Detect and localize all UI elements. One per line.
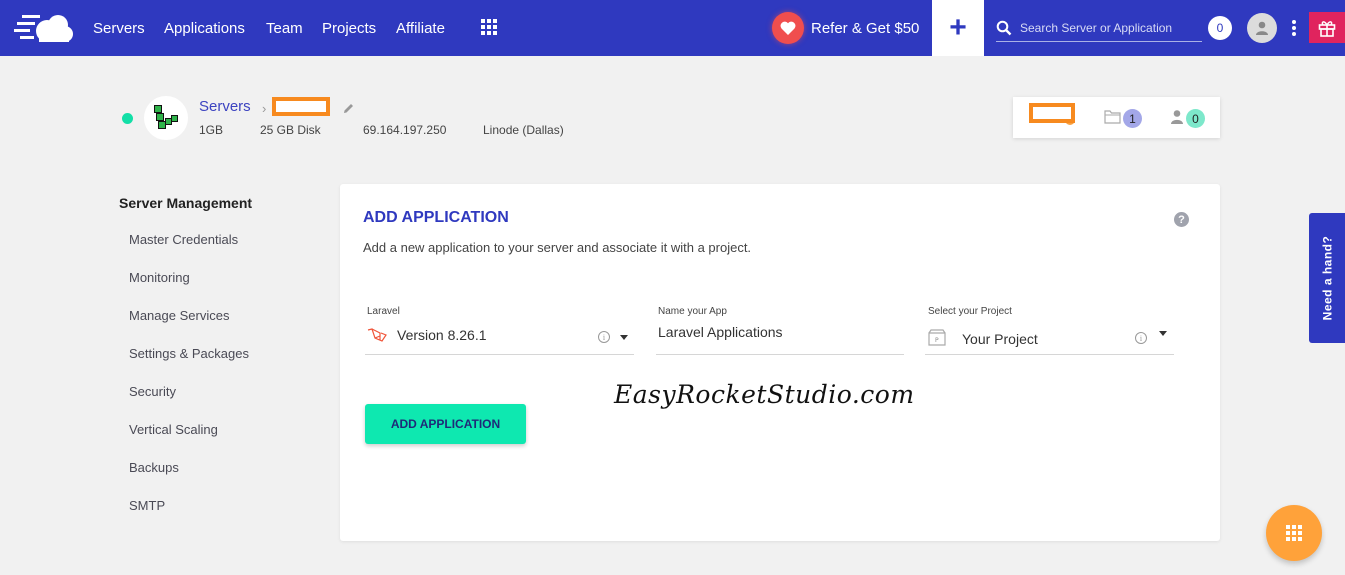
application-info-icon[interactable]: i bbox=[598, 331, 610, 343]
app-name-field: Name your App bbox=[656, 306, 904, 355]
sidebar-item-vertical-scaling[interactable]: Vertical Scaling bbox=[129, 422, 218, 437]
sidebar-item-smtp[interactable]: SMTP bbox=[129, 498, 165, 513]
sidebar-item-manage-services[interactable]: Manage Services bbox=[129, 308, 229, 323]
nav-affiliate[interactable]: Affiliate bbox=[396, 20, 445, 37]
breadcrumb-servers[interactable]: Servers bbox=[199, 98, 251, 115]
server-memory: 1GB bbox=[199, 123, 224, 137]
project-value: Your Project bbox=[962, 331, 1038, 347]
help-icon[interactable]: ? bbox=[1174, 212, 1189, 227]
laravel-icon bbox=[367, 328, 389, 349]
user-icon bbox=[1256, 21, 1268, 35]
quick-actions-button[interactable] bbox=[1266, 505, 1322, 561]
project-info-icon[interactable]: i bbox=[1135, 332, 1147, 344]
nav-projects[interactable]: Projects bbox=[322, 20, 376, 37]
grid-icon bbox=[1286, 525, 1302, 541]
server-name-redacted bbox=[272, 97, 330, 116]
breadcrumb-chevron-icon: › bbox=[262, 101, 267, 116]
sidebar-item-backups[interactable]: Backups bbox=[129, 460, 179, 475]
server-status-indicator bbox=[122, 113, 133, 124]
more-menu-icon[interactable] bbox=[1291, 20, 1297, 36]
members-count-badge[interactable]: 0 bbox=[1186, 109, 1205, 128]
server-provider: Linode (Dallas) bbox=[483, 123, 564, 137]
cloudways-logo[interactable] bbox=[14, 11, 74, 45]
need-a-hand-tab[interactable]: Need a hand? bbox=[1309, 213, 1345, 343]
card-description: Add a new application to your server and… bbox=[363, 240, 752, 255]
app-name-label: Name your App bbox=[658, 306, 727, 317]
card-title: ADD APPLICATION bbox=[363, 209, 509, 226]
refer-button[interactable]: Refer & Get $50 bbox=[772, 12, 919, 44]
refer-label: Refer & Get $50 bbox=[811, 19, 920, 37]
linode-icon bbox=[154, 105, 178, 129]
application-dropdown-caret-icon[interactable] bbox=[620, 335, 628, 340]
search-box bbox=[996, 15, 1202, 42]
top-nav: Servers Applications Team Projects Affil… bbox=[0, 0, 1345, 56]
heart-icon bbox=[772, 12, 804, 44]
sidebar-item-security[interactable]: Security bbox=[129, 384, 176, 399]
application-label: Laravel bbox=[367, 306, 400, 317]
sidebar-title: Server Management bbox=[119, 195, 253, 211]
add-application-button[interactable]: ADD APPLICATION bbox=[365, 404, 526, 444]
project-folder-icon: P bbox=[927, 329, 947, 351]
plus-icon: + bbox=[949, 11, 967, 44]
edit-server-name-icon[interactable] bbox=[342, 102, 355, 120]
watermark-text: EasyRocketStudio.com bbox=[614, 380, 915, 409]
sidebar-item-settings-packages[interactable]: Settings & Packages bbox=[129, 346, 249, 361]
folder-icon[interactable] bbox=[1104, 109, 1121, 129]
redacted-label bbox=[1029, 103, 1075, 123]
user-avatar[interactable] bbox=[1247, 13, 1277, 43]
add-new-button[interactable]: + bbox=[932, 0, 984, 56]
project-dropdown-caret-icon[interactable] bbox=[1159, 331, 1167, 336]
search-input[interactable] bbox=[1020, 21, 1195, 35]
sidebar-item-monitoring[interactable]: Monitoring bbox=[129, 270, 190, 285]
nav-team[interactable]: Team bbox=[266, 20, 303, 37]
add-application-card: ADD APPLICATION ? Add a new application … bbox=[340, 184, 1220, 541]
nav-servers[interactable]: Servers bbox=[93, 20, 145, 37]
notification-badge[interactable]: 0 bbox=[1208, 16, 1232, 40]
search-icon bbox=[996, 20, 1012, 36]
project-select[interactable]: Select your Project P Your Project i bbox=[925, 306, 1174, 355]
projects-count-badge[interactable]: 1 bbox=[1123, 109, 1142, 128]
gift-button[interactable] bbox=[1309, 12, 1345, 43]
server-ip: 69.164.197.250 bbox=[363, 123, 447, 137]
apps-grid-icon[interactable] bbox=[481, 19, 497, 35]
application-value: Version 8.26.1 bbox=[397, 327, 487, 343]
need-a-hand-label: Need a hand? bbox=[1320, 235, 1334, 321]
linode-logo bbox=[144, 96, 188, 140]
svg-text:P: P bbox=[935, 337, 939, 344]
server-disk: 25 GB Disk bbox=[260, 123, 321, 137]
project-label: Select your Project bbox=[928, 306, 1012, 317]
members-icon[interactable] bbox=[1170, 109, 1184, 130]
application-select[interactable]: Laravel Version 8.26.1 i bbox=[365, 306, 634, 355]
sidebar-item-master-credentials[interactable]: Master Credentials bbox=[129, 232, 238, 247]
nav-applications[interactable]: Applications bbox=[164, 20, 245, 37]
gift-icon bbox=[1318, 20, 1336, 37]
app-name-input[interactable] bbox=[658, 324, 898, 340]
cloud-logo-icon bbox=[14, 15, 73, 42]
server-stats: 1 0 bbox=[1013, 97, 1220, 138]
